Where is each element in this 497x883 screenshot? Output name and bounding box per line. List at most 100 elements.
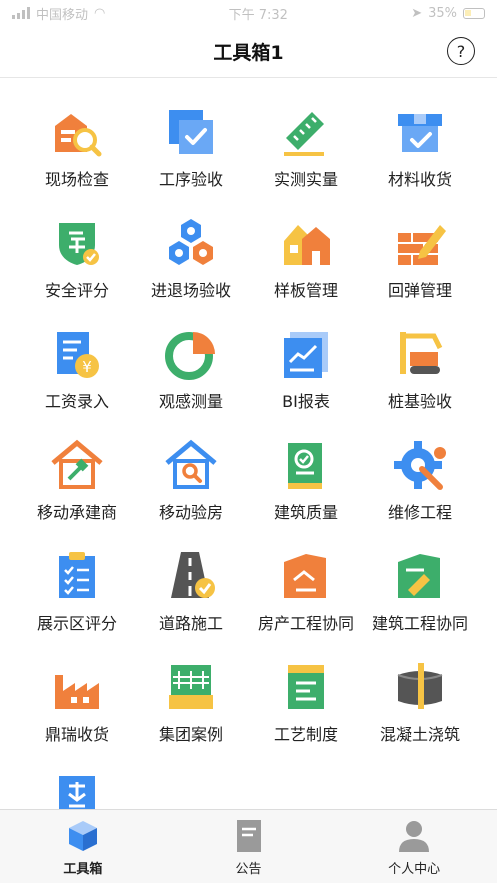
tool-material-receipt[interactable]: 材料收货 (362, 78, 478, 189)
misc-doc-icon (51, 772, 103, 809)
tool-safety-score[interactable]: 安全评分 (19, 189, 135, 300)
tool-pile-acceptance[interactable]: 桩基验收 (362, 300, 478, 411)
tool-building-quality[interactable]: 建筑质量 (248, 411, 364, 522)
building-folder-icon (394, 550, 446, 602)
contractor-house-icon (51, 439, 103, 491)
tool-perception-measure[interactable]: 观感测量 (133, 300, 249, 411)
bi-report-icon (280, 328, 332, 380)
tab-label: 公告 (235, 862, 262, 877)
tab-label: 工具箱 (63, 862, 103, 877)
tool-label: 样板管理 (273, 281, 338, 300)
tool-label: 工序验收 (158, 170, 223, 189)
tool-property-collab[interactable]: 房产工程协同 (248, 522, 364, 633)
tool-salary-entry[interactable]: ¥ 工资录入 (19, 300, 135, 411)
tool-craft-rules[interactable]: 工艺制度 (248, 633, 364, 744)
concrete-pour-icon (394, 661, 446, 713)
status-bar: 中国移动 ◠ 下午 7:32 ➤ 35% (0, 0, 497, 26)
help-button[interactable]: ? (447, 37, 475, 65)
nav-bar: 工具箱1 ? (0, 26, 497, 78)
road-icon (165, 550, 217, 602)
cube-icon (65, 818, 101, 854)
tool-label: 安全评分 (44, 281, 109, 300)
ruler-measure-icon (280, 106, 332, 158)
battery-percent: 35% (428, 5, 457, 21)
tab-label: 个人中心 (388, 862, 441, 877)
tool-mobile-house-inspection[interactable]: 移动验房 (133, 411, 249, 522)
person-icon (396, 818, 432, 854)
tool-label: 移动承建商 (36, 503, 117, 522)
tool-entry-exit-acceptance[interactable]: 进退场验收 (133, 189, 249, 300)
svg-text:¥: ¥ (82, 358, 92, 376)
tab-toolbox[interactable]: 工具箱 (0, 810, 166, 883)
tool-label: 展示区评分 (36, 614, 117, 633)
tool-label: 实测实量 (273, 170, 338, 189)
craft-book-icon (280, 661, 332, 713)
tool-label: 鼎瑞收货 (44, 725, 109, 744)
tab-bar: 工具箱 公告 个人中心 (0, 809, 497, 883)
tool-label: 集团案例 (158, 725, 223, 744)
tool-rebound-management[interactable]: 回弹管理 (362, 189, 478, 300)
site-inspection-icon (51, 106, 103, 158)
material-receipt-icon (394, 106, 446, 158)
tool-site-inspection[interactable]: 现场检查 (19, 78, 135, 189)
location-icon: ➤ (411, 5, 423, 21)
tab-profile[interactable]: 个人中心 (331, 810, 497, 883)
status-left: 中国移动 ◠ (12, 4, 105, 23)
battery-icon (463, 7, 485, 19)
group-case-icon (165, 661, 217, 713)
sample-house-icon (280, 217, 332, 269)
tool-group-cases[interactable]: 集团案例 (133, 633, 249, 744)
tool-building-collab[interactable]: 建筑工程协同 (362, 522, 478, 633)
tool-label: 材料收货 (387, 170, 452, 189)
tool-label: 工艺制度 (273, 725, 338, 744)
tool-maintenance[interactable]: 维修工程 (362, 411, 478, 522)
tool-label: BI报表 (282, 392, 330, 411)
clipboard-check-icon (51, 550, 103, 602)
tool-sample-management[interactable]: 样板管理 (248, 189, 364, 300)
wifi-icon: ◠ (94, 5, 106, 21)
tool-display-area-score[interactable]: 展示区评分 (19, 522, 135, 633)
brick-pencil-icon (394, 217, 446, 269)
tool-bi-report[interactable]: BI报表 (248, 300, 364, 411)
tab-notice[interactable]: 公告 (166, 810, 332, 883)
tool-label: 观感测量 (158, 392, 223, 411)
property-folder-icon (280, 550, 332, 602)
tool-concrete-pour[interactable]: 混凝土浇筑 (362, 633, 478, 744)
tool-label: 混凝土浇筑 (379, 725, 460, 744)
process-acceptance-icon (165, 106, 217, 158)
page-title: 工具箱1 (213, 42, 284, 64)
tool-process-acceptance[interactable]: 工序验收 (133, 78, 249, 189)
tool-mobile-contractor[interactable]: 移动承建商 (19, 411, 135, 522)
house-search-icon (165, 439, 217, 491)
help-icon: ? (456, 41, 466, 61)
gear-wrench-icon (394, 439, 446, 491)
quality-book-icon (280, 439, 332, 491)
tool-road-construction[interactable]: 道路施工 (133, 522, 249, 633)
pie-chart-icon (165, 328, 217, 380)
pile-driver-icon (394, 328, 446, 380)
notice-doc-icon (231, 818, 267, 854)
factory-icon (51, 661, 103, 713)
tool-misc[interactable] (19, 744, 135, 809)
safety-score-shield-icon (51, 217, 103, 269)
status-time: 下午 7:32 (228, 7, 288, 23)
tool-label: 房产工程协同 (257, 614, 354, 633)
tool-label: 工资录入 (44, 392, 109, 411)
carrier-label: 中国移动 (36, 7, 89, 23)
tool-label: 建筑工程协同 (371, 614, 468, 633)
tool-label: 移动验房 (158, 503, 223, 522)
tool-label: 回弹管理 (387, 281, 452, 300)
tool-dingrui-receipt[interactable]: 鼎瑞收货 (19, 633, 135, 744)
tool-label: 进退场验收 (150, 281, 231, 300)
tool-label: 现场检查 (44, 170, 109, 189)
tool-grid: 现场检查 工序验收 实测实量 材料收货 安全评分 进退场验收 样板管理 回弹管理… (0, 78, 497, 809)
tool-ruler-measure[interactable]: 实测实量 (248, 78, 364, 189)
signal-icon (12, 7, 30, 19)
hexagons-icon (165, 217, 217, 269)
tool-label: 桩基验收 (387, 392, 452, 411)
tool-label: 维修工程 (387, 503, 452, 522)
tool-label: 道路施工 (158, 614, 223, 633)
salary-doc-icon: ¥ (51, 328, 103, 380)
tool-label: 建筑质量 (273, 503, 338, 522)
status-right: ➤ 35% (411, 6, 485, 21)
